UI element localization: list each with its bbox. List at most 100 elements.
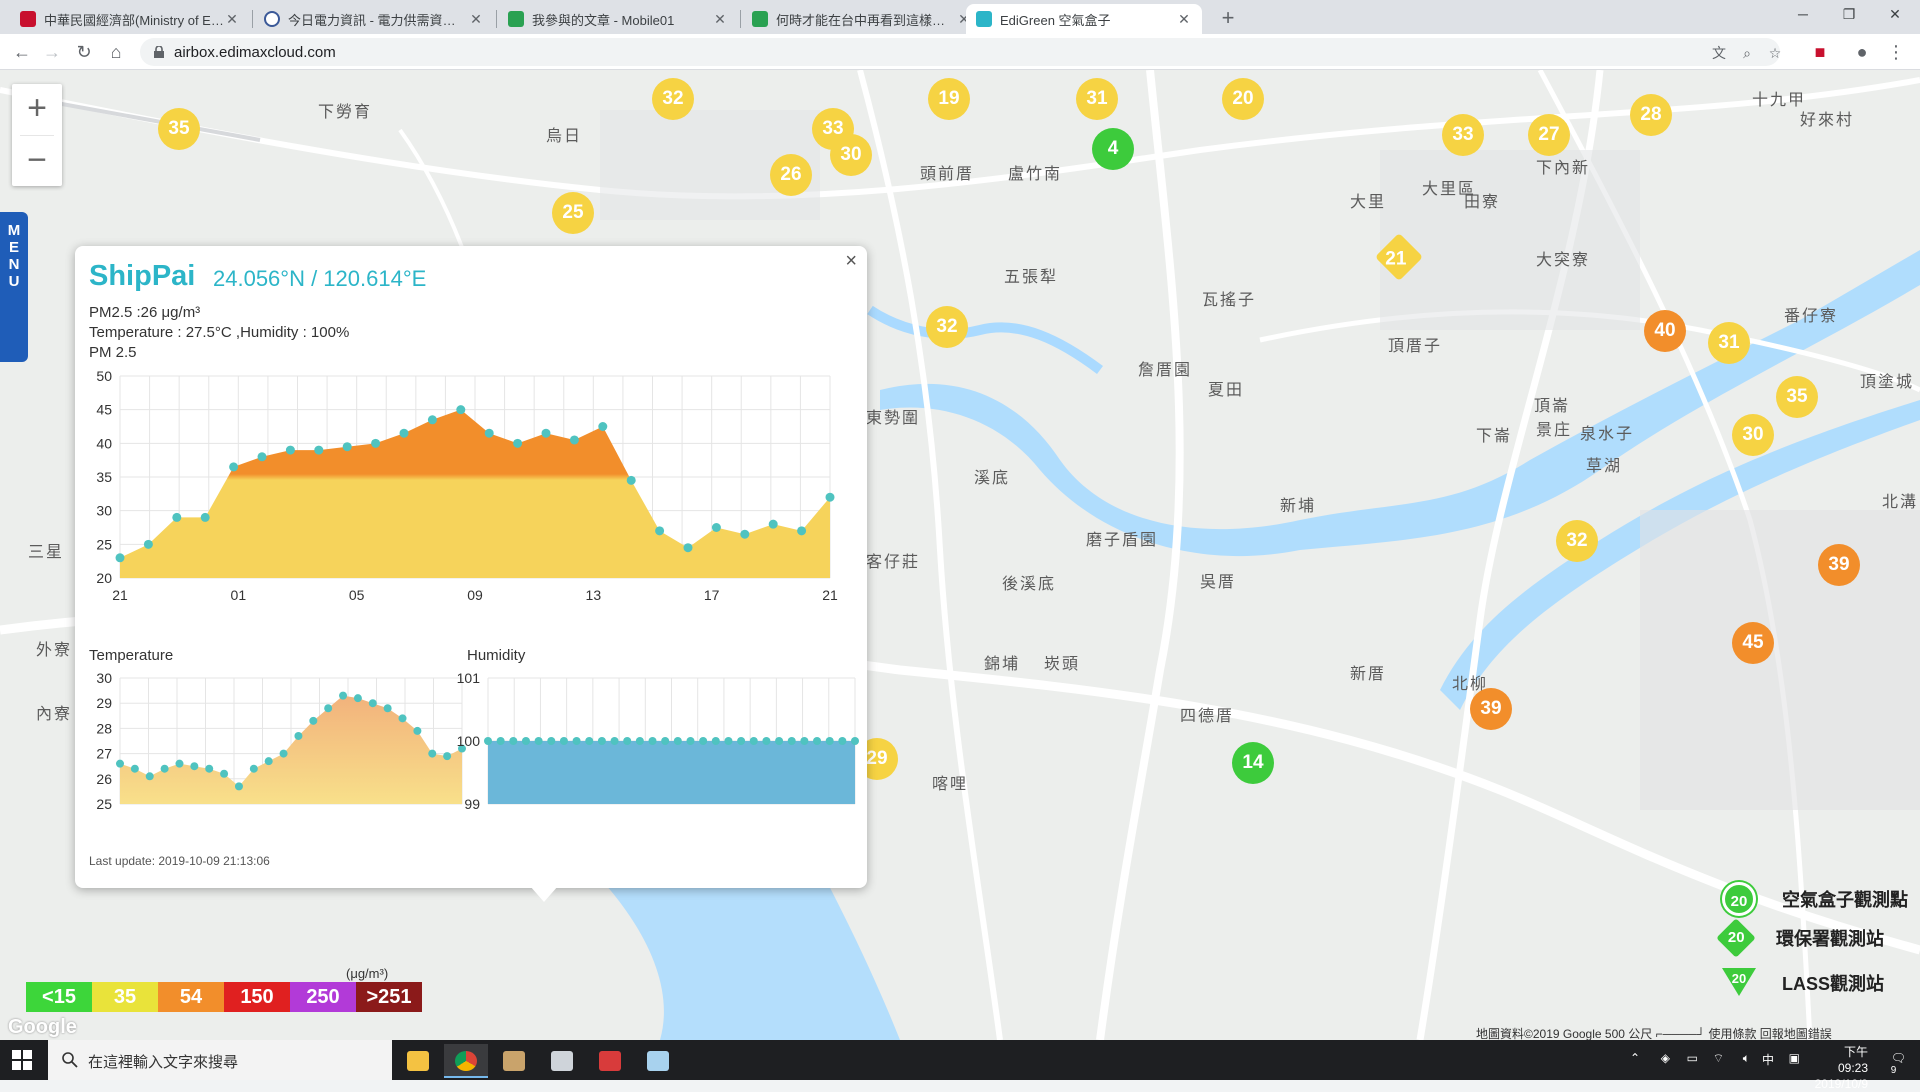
data-point — [724, 737, 733, 745]
station-marker[interactable]: 45 — [1732, 622, 1774, 664]
station-marker[interactable]: 30 — [1732, 414, 1774, 456]
tab-mobile01-taichung[interactable]: 何時才能在台中再看到這樣的藍 ✕ — [742, 4, 982, 34]
tab-edigreen[interactable]: EdiGreen 空氣盒子 ✕ — [966, 4, 1202, 34]
chrome-menu-icon[interactable]: ⋮ — [1884, 40, 1908, 64]
bookmark-star-icon[interactable]: ☆ — [1766, 44, 1784, 62]
folder-icon — [407, 1051, 429, 1071]
windows-taskbar: 在這裡輸入文字來搜尋 ⌃ ◈ ▭ ⌔ 🔈︎ 中 ▣ 下午 09:23 2019/… — [0, 1040, 1920, 1091]
station-marker[interactable]: 25 — [552, 192, 594, 234]
y-tick-label: 26 — [96, 771, 112, 787]
place-label: 三星 — [28, 544, 65, 561]
windows-start-icon[interactable] — [12, 1050, 32, 1070]
notification-icon[interactable]: 🗨︎9 — [1891, 1051, 1906, 1081]
close-icon[interactable]: ✕ — [712, 11, 728, 28]
station-marker[interactable]: 39 — [1818, 544, 1860, 586]
address-bar[interactable]: airbox.edimaxcloud.com 文 ⌕ ☆ — [140, 38, 1781, 66]
close-icon[interactable]: ✕ — [1176, 11, 1192, 28]
station-marker[interactable]: 31 — [1708, 322, 1750, 364]
chevron-up-icon[interactable]: ⌃ — [1630, 1051, 1640, 1065]
station-marker[interactable]: 39 — [1470, 688, 1512, 730]
new-tab-button[interactable]: + — [1215, 6, 1241, 32]
reload-button[interactable]: ↻ — [72, 40, 96, 64]
station-marker[interactable]: 30 — [830, 134, 872, 176]
station-marker[interactable]: 32 — [926, 306, 968, 348]
tab-title: 中華民國經濟部(Ministry of Eco — [44, 12, 224, 28]
x-tick-label: 05 — [349, 587, 365, 603]
window-close-button[interactable]: ✕ — [1872, 0, 1918, 30]
data-point — [172, 512, 182, 522]
y-tick-label: 30 — [96, 670, 112, 686]
menu-button[interactable]: MENU — [0, 212, 28, 362]
zoom-in-button[interactable]: + — [12, 84, 62, 135]
station-marker[interactable]: 26 — [770, 154, 812, 196]
station-marker[interactable]: 28 — [1630, 94, 1672, 136]
battery-icon[interactable]: ▭ — [1687, 1051, 1698, 1065]
back-button[interactable]: ← — [10, 40, 34, 64]
station-marker[interactable]: 4 — [1092, 128, 1134, 170]
profile-icon[interactable]: ● — [1850, 40, 1874, 64]
map-attribution[interactable]: 地圖資料©2019 Google 500 公尺 ⌐────┘ 使用條款 回報地圖… — [1476, 1025, 1832, 1040]
tab-mobile01-articles[interactable]: 我參與的文章 - Mobile01 ✕ — [498, 4, 738, 34]
data-point — [496, 737, 505, 745]
ime-indicator[interactable]: 中 — [1762, 1051, 1774, 1068]
station-marker[interactable]: 20 — [1222, 78, 1264, 120]
x-tick-label: 17 — [704, 587, 720, 603]
home-button[interactable]: ⌂ — [104, 40, 128, 64]
data-point — [683, 543, 693, 553]
place-label: 夏田 — [1208, 382, 1245, 399]
station-marker[interactable]: 27 — [1528, 114, 1570, 156]
station-marker[interactable]: 35 — [158, 108, 200, 150]
place-label: 下勞育 — [318, 104, 373, 121]
station-marker[interactable]: 31 — [1076, 78, 1118, 120]
clock-time: 下午 09:23 — [1837, 1045, 1868, 1075]
station-marker[interactable]: 40 — [1644, 310, 1686, 352]
pm25-reading: PM2.5 :26 μg/m³ — [89, 304, 201, 321]
station-marker[interactable]: 14 — [1232, 742, 1274, 784]
data-point — [257, 452, 267, 462]
clock[interactable]: 下午 09:23 2019/10/9 — [1815, 1044, 1868, 1092]
data-point — [521, 737, 530, 745]
place-label: 頂厝子 — [1388, 338, 1443, 355]
tab-power[interactable]: 今日電力資訊 - 電力供需資訊 - 業 ✕ — [254, 4, 494, 34]
menu-letter: N — [8, 256, 20, 273]
place-label: 後溪底 — [1002, 576, 1057, 593]
station-marker[interactable]: 33 — [1442, 114, 1484, 156]
station-marker[interactable]: 32 — [652, 78, 694, 120]
data-point — [797, 526, 807, 536]
extension-icon[interactable]: ■ — [1808, 40, 1832, 64]
keyboard-icon[interactable]: ▣ — [1789, 1051, 1800, 1065]
data-point — [342, 442, 352, 452]
place-label: 磨子盾園 — [1086, 532, 1159, 549]
minimize-button[interactable]: ─ — [1780, 0, 1826, 30]
place-label: 溪底 — [974, 470, 1011, 487]
map-area[interactable]: 下勞育 烏日 頭前厝 盧竹南 大里區 下內新 好來村 十九甲 大里 田寮 五張犁 瓦搖子 大突寮 番仔寮頂… — [0, 70, 1920, 1040]
zoom-out-button[interactable]: − — [12, 136, 62, 187]
data-point — [825, 492, 835, 502]
station-marker[interactable]: 35 — [1776, 376, 1818, 418]
app-drone[interactable] — [540, 1044, 584, 1078]
tab-ministry[interactable]: 中華民國經濟部(Ministry of Eco ✕ — [10, 4, 250, 34]
temperature-chart: 25 26 27 28 29 30 — [96, 670, 466, 812]
wifi-icon[interactable]: ⌔ — [1713, 1051, 1724, 1066]
close-icon[interactable]: × — [845, 250, 857, 273]
search-icon — [62, 1052, 78, 1068]
app-blue[interactable] — [636, 1044, 680, 1078]
network-icon[interactable]: ◈ — [1661, 1051, 1670, 1065]
close-icon[interactable]: ✕ — [224, 11, 240, 28]
volume-icon[interactable]: 🔈︎ — [1743, 1051, 1750, 1066]
close-icon[interactable]: ✕ — [468, 11, 484, 28]
translate-icon[interactable]: 文 — [1710, 44, 1728, 62]
data-point — [309, 716, 318, 725]
edigreen-icon — [976, 11, 992, 27]
app-bird[interactable] — [492, 1044, 536, 1078]
restore-button[interactable]: ❐ — [1826, 0, 1872, 30]
taskbar-search-box[interactable]: 在這裡輸入文字來搜尋 — [48, 1040, 392, 1080]
chrome-app[interactable] — [444, 1044, 488, 1078]
zoom-icon[interactable]: ⌕ — [1738, 44, 1756, 62]
place-label: 四德厝 — [1180, 708, 1235, 725]
forward-button[interactable]: → — [40, 40, 64, 64]
app-red[interactable] — [588, 1044, 632, 1078]
station-marker[interactable]: 19 — [928, 78, 970, 120]
file-explorer-app[interactable] — [396, 1044, 440, 1078]
station-marker[interactable]: 32 — [1556, 520, 1598, 562]
